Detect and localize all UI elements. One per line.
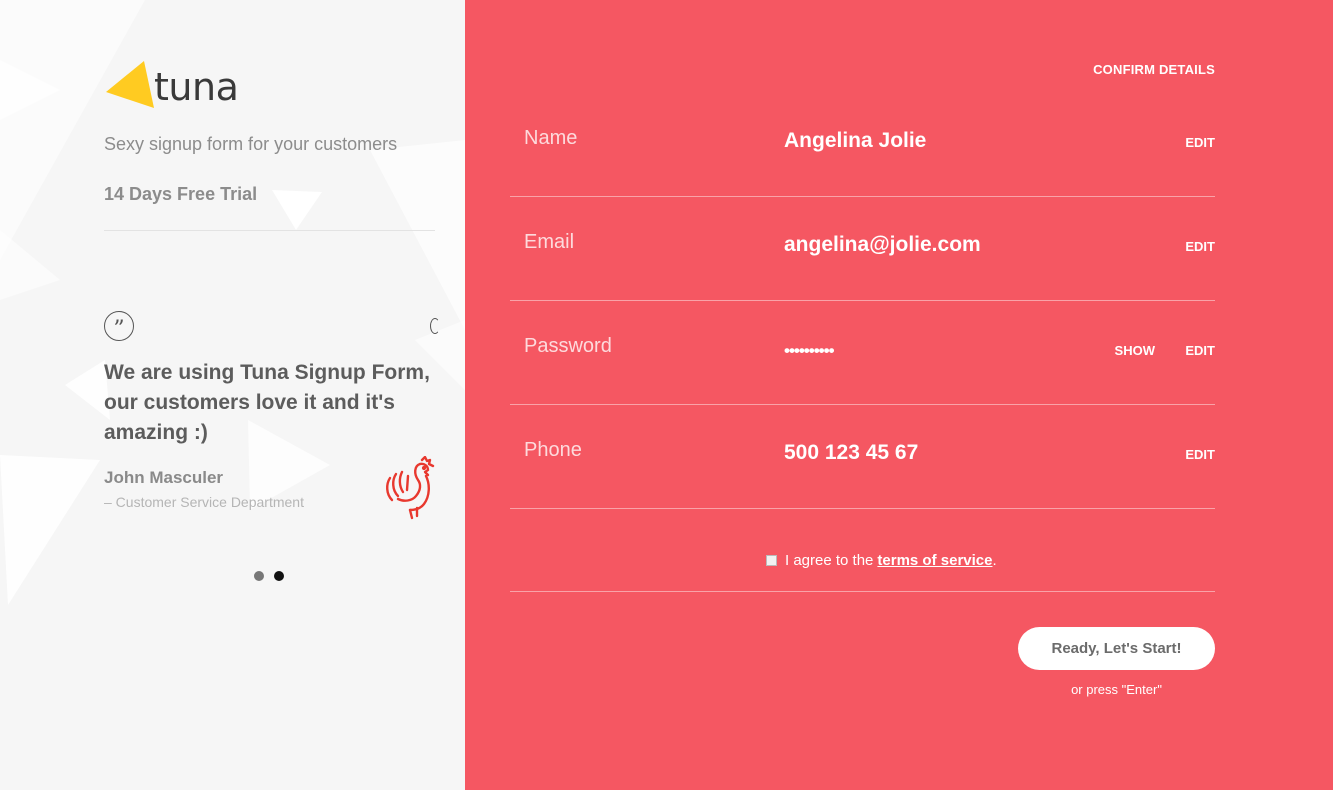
rooster-icon (386, 456, 435, 520)
testimonial-department: – Customer Service Department (104, 494, 304, 510)
logo[interactable]: tuna (104, 58, 239, 110)
field-label: Phone (524, 439, 582, 461)
password-value: •••••••••• (784, 341, 835, 360)
testimonial-text: We are using Tuna Signup Form, our custo… (104, 361, 430, 444)
edit-password-button[interactable]: EDIT (1185, 343, 1215, 358)
phone-value: 500 123 45 67 (784, 441, 919, 464)
terms-row: I agree to the terms of service . (510, 508, 1215, 592)
name-value: Angelina Jolie (784, 129, 927, 152)
start-button[interactable]: Ready, Let's Start! (1018, 627, 1215, 670)
trial-text: 14 Days Free Trial (104, 184, 258, 204)
quote-icon: ” (104, 311, 134, 341)
confirm-details-heading: CONFIRM DETAILS (1093, 62, 1215, 77)
field-row-password: Password •••••••••• SHOW EDIT (510, 301, 1215, 405)
field-label: Password (524, 335, 612, 357)
edit-name-button[interactable]: EDIT (1185, 135, 1215, 150)
testimonial-author: John Masculer (104, 468, 224, 487)
field-row-name: Name Angelina Jolie EDIT (510, 93, 1215, 197)
left-panel: tuna Sexy signup form for your customers… (0, 0, 465, 790)
enter-hint: or press "Enter" (1071, 682, 1162, 697)
divider (104, 230, 435, 231)
show-password-button[interactable]: SHOW (1115, 343, 1155, 358)
terms-of-service-link[interactable]: terms of service (877, 552, 992, 569)
edit-email-button[interactable]: EDIT (1185, 239, 1215, 254)
email-value: angelina@jolie.com (784, 233, 981, 256)
terms-agreement: I agree to the terms of service . (766, 552, 997, 569)
signup-panel: CONFIRM DETAILS Name Angelina Jolie EDIT… (465, 0, 1333, 790)
agree-suffix: . (992, 552, 997, 569)
field-row-email: Email angelina@jolie.com EDIT (510, 197, 1215, 301)
field-label: Email (524, 231, 575, 253)
carousel-dot[interactable] (254, 571, 264, 581)
carousel-dots (254, 571, 284, 581)
field-row-phone: Phone 500 123 45 67 EDIT (510, 405, 1215, 509)
next-testimonial-icon[interactable] (430, 318, 440, 334)
agree-text: I agree to the (785, 552, 874, 569)
terms-checkbox[interactable] (766, 555, 777, 566)
carousel-dot-active[interactable] (274, 571, 284, 581)
tagline: Sexy signup form for your customers (104, 134, 398, 154)
logo-text: tuna (154, 65, 239, 109)
triangle-logo-icon (106, 61, 154, 108)
edit-phone-button[interactable]: EDIT (1185, 447, 1215, 462)
field-label: Name (524, 127, 578, 149)
